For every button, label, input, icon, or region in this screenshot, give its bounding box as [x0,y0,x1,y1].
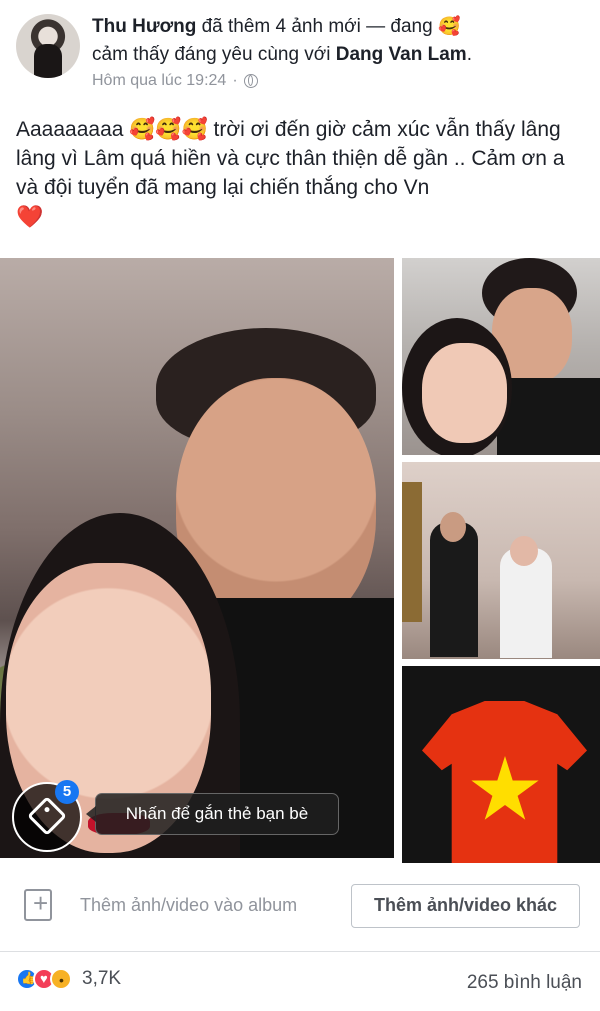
author-name[interactable]: Thu Hương [92,16,196,37]
feeling-text: cảm thấy đáng yêu cùng với [92,44,331,65]
tag-count-badge: 5 [55,780,79,804]
photo-thumb-2[interactable] [402,462,600,659]
reaction-summary[interactable]: 3,7K [16,968,121,990]
add-to-album-link[interactable]: Thêm ảnh/video vào album [80,895,297,916]
album-add-icon[interactable] [24,888,52,921]
meta-separator: · [232,72,238,89]
comments-count[interactable]: 265 bình luận [467,972,582,994]
author-avatar[interactable] [16,14,80,78]
post-header: Thu Hương đã thêm 4 ảnh mới — đang 🥰 cảm… [0,0,600,105]
post-text: Aaaaaaaaa 🥰🥰🥰 trời ơi đến giờ cảm xúc vẫ… [16,115,586,232]
post-headline: Thu Hương đã thêm 4 ảnh mới — đang 🥰 cảm… [92,12,582,69]
tag-tooltip: Nhấn để gắn thẻ bạn bè [86,793,339,835]
photo-thumb-1[interactable] [402,258,600,455]
post-action: đã thêm 4 ảnh mới — đang [201,16,433,37]
wow-icon [50,968,72,990]
main-photo[interactable] [0,258,394,863]
photo-thumb-3[interactable] [402,666,600,863]
heart-icon: ❤️ [16,204,44,229]
tagged-person-link[interactable]: Dang Van Lam [336,44,467,65]
globe-icon[interactable] [243,74,258,88]
post-meta: Hôm qua lúc 19:24 · [92,72,258,90]
reactions-count: 3,7K [82,968,122,989]
post-body-text: Aaaaaaaaa 🥰🥰🥰 trời ơi đến giờ cảm xúc vẫ… [16,118,565,199]
post-timestamp[interactable]: Hôm qua lúc 19:24 [92,72,226,90]
add-more-media-button[interactable]: Thêm ảnh/video khác [351,884,580,928]
post-actions-bar: Thêm ảnh/video vào album Thêm ảnh/video … [0,863,600,952]
feeling-emoji-icon: 🥰 [437,16,461,36]
